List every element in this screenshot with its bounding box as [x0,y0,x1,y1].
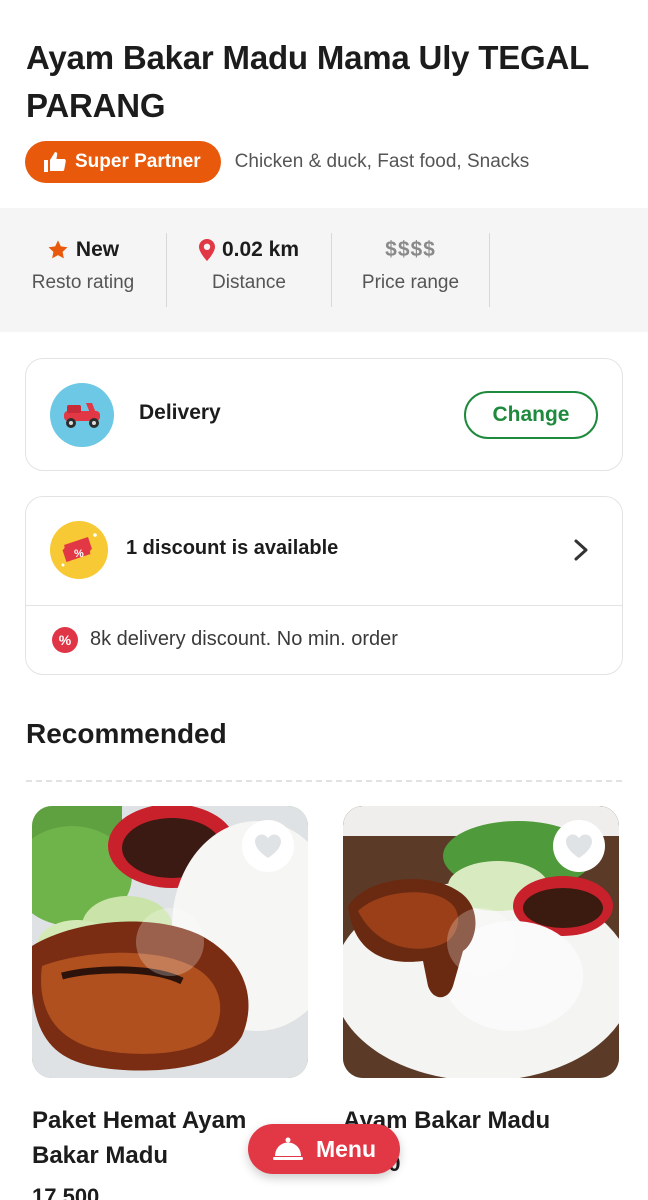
super-partner-badge: Super Partner [25,141,221,183]
thumbs-up-icon [44,152,66,172]
location-pin-icon [198,239,215,261]
restaurant-stats: New Resto rating 0.02 km Distance $$$$ P… [0,208,648,332]
menu-label: Menu [315,1135,377,1162]
badge-label: Super Partner [75,151,201,172]
scooter-icon [50,383,114,447]
section-divider [26,780,622,782]
recommended-title: Recommended [26,718,227,749]
rating-stat[interactable]: New Resto rating [0,234,166,294]
menu-button[interactable]: Menu [248,1124,400,1174]
price-value: $$$$ [385,238,436,261]
cuisine-list: Chicken & duck, Fast food, Snacks [234,151,530,172]
discount-detail: 8k delivery discount. No min. order [90,628,398,650]
price-label: Price range [361,272,460,293]
cloche-icon [272,1137,303,1160]
favorite-button[interactable] [242,820,294,872]
distance-stat[interactable]: 0.02 km Distance [167,234,331,294]
chevron-right-icon[interactable] [570,537,592,563]
heart-icon [255,834,281,858]
discount-separator [26,605,622,606]
rating-label: Resto rating [31,272,135,293]
discount-card[interactable]: % 1 discount is available % 8k delivery … [25,496,623,675]
stat-divider [489,233,490,307]
food-image-grilled-chicken-package[interactable] [32,806,308,1078]
star-icon [48,240,68,259]
svg-text:%: % [74,548,84,560]
distance-label: Distance [212,272,286,293]
price-stat[interactable]: $$$$ Price range [332,234,489,294]
delivery-label: Delivery [139,401,221,424]
rating-value: New [75,238,120,261]
food-price: 17.500 [32,1184,100,1200]
food-image-honey-grilled-chicken[interactable] [343,806,619,1078]
favorite-button[interactable] [553,820,605,872]
delivery-card: Delivery Change [25,358,623,471]
partner-row: Super Partner Chicken & duck, Fast food,… [25,141,529,183]
discount-percent-icon: % [52,627,78,653]
voucher-icon: % [50,521,108,579]
distance-value: 0.02 km [221,238,300,261]
discount-headline: 1 discount is available [126,537,339,559]
restaurant-name: Ayam Bakar Madu Mama Uly TEGAL PARANG [26,39,589,124]
heart-icon [566,834,592,858]
change-delivery-button[interactable]: Change [464,391,598,439]
